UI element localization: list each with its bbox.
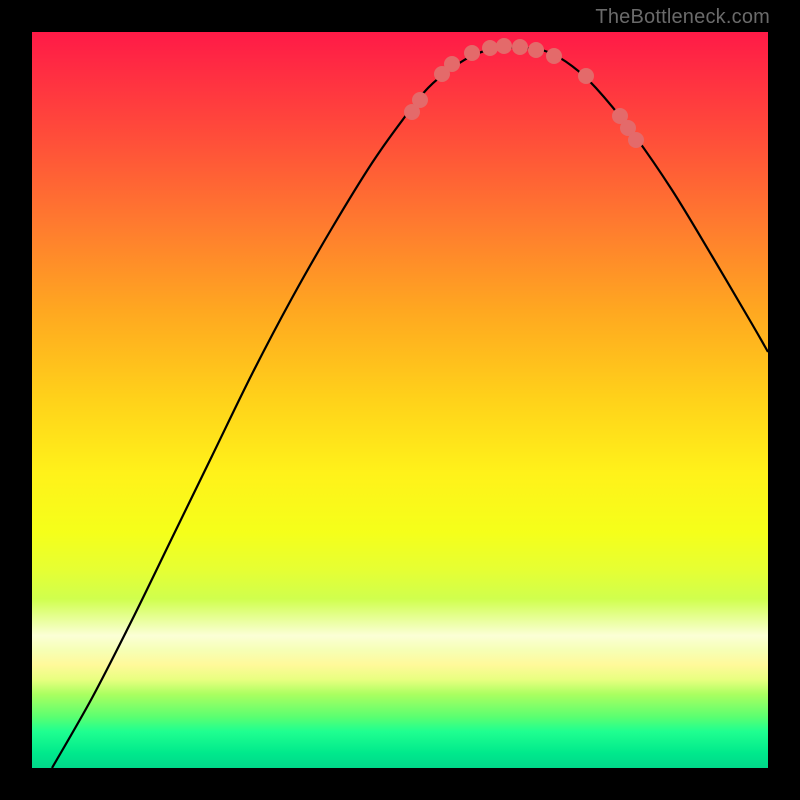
curve-marker [578,68,594,84]
curve-marker [628,132,644,148]
curve-marker [546,48,562,64]
curve-marker [528,42,544,58]
curve-marker [512,39,528,55]
curve-marker [444,56,460,72]
curve-marker [496,38,512,54]
curve-markers [404,38,644,148]
chart-frame: TheBottleneck.com [0,0,800,800]
curve-marker [464,45,480,61]
curve-marker [412,92,428,108]
bottleneck-curve [52,47,768,768]
attribution-label: TheBottleneck.com [595,6,770,29]
curve-marker [482,40,498,56]
chart-plot-area [32,32,768,768]
chart-svg [32,32,768,768]
